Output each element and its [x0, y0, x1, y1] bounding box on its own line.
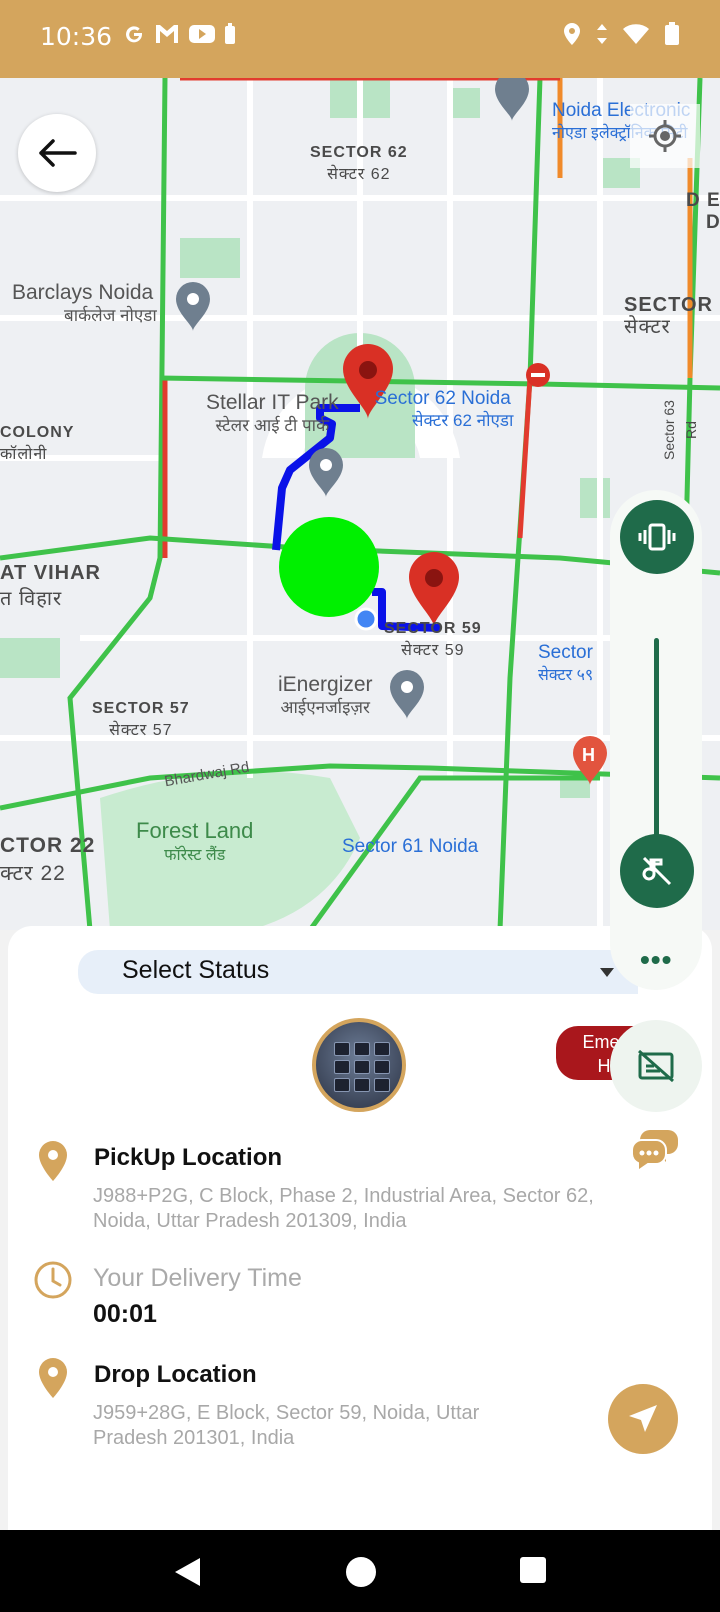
drop-address: J959+28G, E Block, Sector 59, Noida, Utt… — [93, 1402, 480, 1449]
map-label-text: कॉलोनी — [0, 446, 48, 463]
map-label-text: iEnergizer — [278, 673, 373, 696]
map-label-sector22: CTOR 22 क्टर 22 — [0, 832, 95, 888]
map-label-text: Barclays Noida — [12, 281, 154, 304]
map-label-text: बार्कलेज नोएडा — [64, 306, 157, 325]
map-label-de: D E D — [686, 190, 720, 234]
gmail-icon — [156, 25, 178, 43]
navigate-button[interactable] — [608, 1384, 678, 1454]
map-label-text: त विहार — [0, 588, 63, 610]
notification-icons — [122, 22, 236, 46]
svg-text:H: H — [582, 745, 595, 765]
map-label-text: CTOR 22 — [0, 834, 96, 857]
back-button[interactable] — [18, 114, 96, 192]
map-label-sector-top-right: SECTOR सेक्टर — [624, 294, 713, 338]
navigation-arrow-icon — [629, 1405, 657, 1432]
map-label-text: Sector — [538, 642, 593, 663]
more-options-button[interactable]: ••• — [640, 944, 672, 976]
map-label-text: SECTOR 59 — [384, 620, 482, 637]
crosshair-icon — [649, 120, 681, 152]
chevron-down-icon — [600, 968, 614, 977]
map-label-text: D E — [686, 190, 720, 211]
vibrate-icon — [638, 523, 676, 551]
vibrate-button[interactable] — [620, 500, 694, 574]
battery-icon — [665, 22, 679, 45]
status-select-label: Select Status — [122, 956, 270, 984]
map-label-text: SECTOR — [624, 294, 713, 316]
location-pin-icon — [39, 1141, 67, 1181]
map-label-colony: COLONY कॉलोनी — [0, 422, 74, 466]
youtube-icon — [189, 25, 215, 43]
map-label-text: सेक्टर 62 — [327, 166, 391, 183]
location-pin-icon — [39, 1358, 67, 1398]
clock-icon — [34, 1261, 72, 1299]
volume-slider[interactable] — [654, 638, 659, 838]
clock: 10:36 — [40, 22, 113, 51]
map-label-text: क्टर 22 — [0, 862, 66, 885]
chat-icon[interactable] — [630, 1126, 680, 1172]
captions-button[interactable] — [610, 1020, 702, 1112]
mute-button[interactable] — [620, 834, 694, 908]
back-triangle-icon[interactable] — [172, 1556, 202, 1588]
my-location-button[interactable] — [630, 104, 700, 168]
status-select[interactable]: Select Status — [78, 950, 638, 994]
map-label-sector62-noida: Sector 62 Noida सेक्टर 62 नोएडा — [372, 388, 514, 432]
captions-off-icon — [638, 1049, 674, 1083]
data-arrows-icon — [597, 24, 607, 44]
map-label-text: Forest Land — [136, 818, 254, 843]
map-label-text: SECTOR 62 — [310, 144, 408, 161]
map-label-sector-right: Sector सेक्टर ५९ — [538, 642, 593, 687]
map-label-text: COLONY — [0, 424, 75, 441]
map-label-text: आईएनर्जाइज़र — [280, 698, 371, 717]
map-label-text: सेक्टर — [624, 316, 671, 338]
map-label-sector57: SECTOR 57 सेक्टर 57 — [92, 698, 190, 742]
map-label-text: सेक्टर ५९ — [538, 667, 594, 684]
map-label-forest: Forest Land फॉरेस्ट लैंड — [136, 820, 253, 867]
google-icon — [126, 26, 143, 43]
map-label-sector61: Sector 61 Noida — [342, 836, 479, 857]
map-label-ienergizer: iEnergizer आईएनर्जाइज़र — [278, 674, 373, 719]
map-label-text: Stellar IT Park — [206, 391, 339, 414]
map-label-text: सेक्टर 62 नोएडा — [412, 411, 514, 430]
map-label-sector62: SECTOR 62 सेक्टर 62 — [310, 142, 408, 186]
system-nav-bar — [0, 1530, 720, 1612]
map-label-sector59: SECTOR 59 सेक्टर 59 — [384, 618, 482, 662]
avatar — [312, 1018, 406, 1112]
location-status-icon — [564, 23, 580, 45]
map-label-sector63-rd: Sector 63 Rd — [661, 400, 699, 460]
mute-icon — [642, 856, 672, 886]
map-label-text: AT VIHAR — [0, 562, 101, 584]
battery-small-icon — [225, 23, 235, 44]
map-label-vihar: AT VIHAR त विहार — [0, 560, 101, 612]
map-label-text: सेक्टर 57 — [109, 722, 173, 739]
map-label-text: सेक्टर 59 — [401, 642, 465, 659]
delivery-time-label: Your Delivery Time — [93, 1264, 302, 1292]
pickup-address: J988+P2G, C Block, Phase 2, Industrial A… — [93, 1185, 594, 1232]
map-label-text: Sector 62 Noida — [374, 388, 511, 409]
wifi-icon — [623, 24, 649, 44]
arrow-left-icon — [39, 139, 77, 167]
home-circle-icon[interactable] — [345, 1556, 377, 1588]
pickup-title: PickUp Location — [94, 1144, 283, 1171]
drop-title: Drop Location — [94, 1361, 257, 1388]
status-bar: 10:36 — [0, 0, 720, 78]
map-label-text: फॉरेस्ट लैंड — [164, 847, 226, 864]
map-label-text: SECTOR 57 — [92, 700, 190, 717]
map-label-text: स्टेलर आई टी पार्क — [215, 416, 330, 435]
map-label-stellar: Stellar IT Park स्टेलर आई टी पार्क — [206, 392, 339, 437]
delivery-time-value: 00:01 — [93, 1300, 157, 1328]
recents-square-icon[interactable] — [519, 1556, 547, 1584]
system-icons — [562, 22, 680, 46]
map-label-barclays: Barclays Noida बार्कलेज नोएडा — [12, 282, 157, 327]
map-label-text: D — [706, 212, 720, 233]
